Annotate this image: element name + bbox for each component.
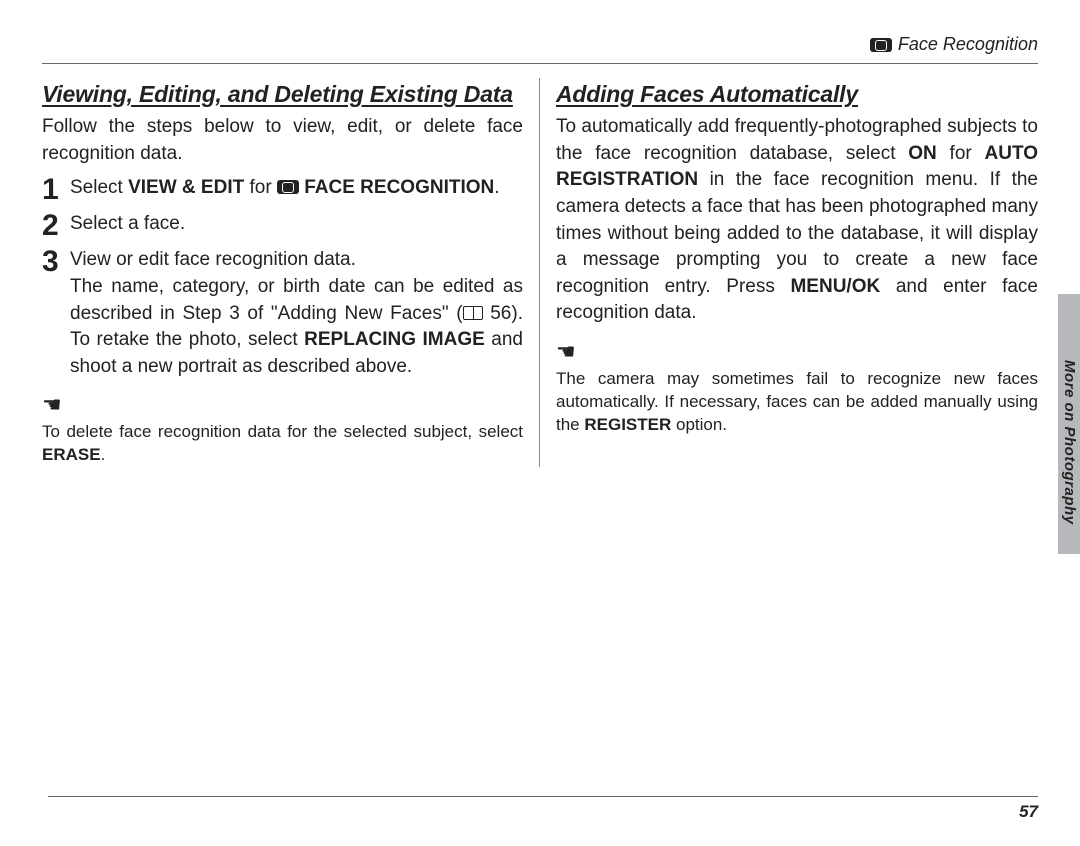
right-column: Adding Faces Automatically To automatica…: [540, 78, 1038, 467]
text: To delete face recognition data for the …: [42, 422, 523, 441]
text-bold: REPLACING IMAGE: [304, 329, 485, 350]
page-number: 57: [1019, 802, 1038, 822]
step-body: Select VIEW & EDIT for FACE RECOGNITION.: [70, 175, 523, 202]
face-recognition-icon: [277, 180, 299, 194]
text-bold: ERASE: [42, 445, 101, 464]
step-2: 2 Select a face.: [42, 211, 523, 241]
left-intro: Follow the steps below to view, edit, or…: [42, 114, 523, 167]
text: .: [101, 445, 106, 464]
step-heading: View or edit face recognition data.: [70, 249, 356, 270]
step-body: View or edit face recognition data. The …: [70, 247, 523, 380]
text: The name, category, or birth date can be…: [70, 276, 523, 324]
note-pointer-icon: ☚: [556, 337, 1038, 368]
right-note: The camera may sometimes fail to recogni…: [556, 368, 1038, 437]
text: Select: [70, 177, 128, 198]
left-title: Viewing, Editing, and Deleting Existing …: [42, 78, 523, 110]
text-bold: ON: [908, 143, 937, 164]
text-bold: FACE RECOGNITION: [299, 177, 494, 198]
page: Face Recognition Viewing, Editing, and D…: [0, 0, 1080, 846]
text-bold: VIEW & EDIT: [128, 177, 244, 198]
side-label: More on Photography: [1061, 360, 1078, 525]
step-3: 3 View or edit face recognition data. Th…: [42, 247, 523, 380]
left-column: Viewing, Editing, and Deleting Existing …: [42, 78, 540, 467]
step-number: 1: [42, 175, 60, 205]
step-number: 2: [42, 211, 60, 241]
text: option.: [671, 415, 727, 434]
right-body: To automatically add frequently-photogra…: [556, 114, 1038, 327]
menu-ok-label: MENU/OK: [790, 276, 880, 297]
right-title: Adding Faces Automatically: [556, 78, 1038, 110]
note-pointer-icon: ☚: [42, 390, 523, 421]
face-recognition-icon: [870, 38, 892, 52]
step-number: 3: [42, 247, 60, 277]
columns: Viewing, Editing, and Deleting Existing …: [42, 78, 1038, 467]
header-section: Face Recognition: [898, 34, 1038, 55]
left-note: To delete face recognition data for the …: [42, 421, 523, 467]
page-reference-icon: [463, 306, 483, 320]
step-body: Select a face.: [70, 211, 523, 238]
running-header: Face Recognition: [42, 34, 1038, 64]
text: for: [937, 143, 985, 164]
text: for: [244, 177, 277, 198]
step-1: 1 Select VIEW & EDIT for FACE RECOGNITIO…: [42, 175, 523, 205]
text: .: [494, 177, 499, 198]
text-bold: REGISTER: [584, 415, 671, 434]
